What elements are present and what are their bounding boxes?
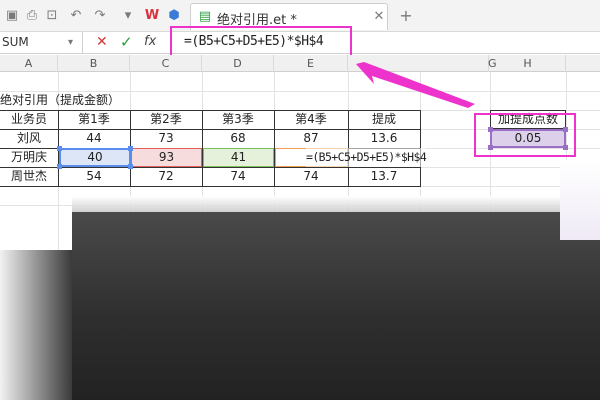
column-header-b[interactable]: B [58, 55, 130, 72]
table-cell[interactable]: 73 [130, 129, 202, 148]
table-cell[interactable]: 72 [130, 167, 202, 186]
header-cell[interactable]: 第3季 [202, 110, 274, 129]
sheet-title[interactable]: 绝对引用（提成金额） [0, 91, 120, 110]
table-cell[interactable]: 刘风 [0, 129, 58, 148]
header-cell[interactable]: 第1季 [58, 110, 130, 129]
table-cell[interactable]: 13.6 [348, 129, 420, 148]
annotation-arrow [356, 62, 475, 108]
dropdown-icon[interactable]: ▾ [120, 8, 136, 24]
cloud-cube-icon[interactable]: ⬢ [166, 8, 182, 24]
selection-handle[interactable] [57, 146, 62, 151]
header-cell[interactable]: 提成 [348, 110, 420, 129]
column-header-d[interactable]: D [202, 55, 274, 72]
header-cell[interactable]: 第4季 [274, 110, 348, 129]
column-header-h[interactable]: H [490, 55, 566, 72]
preview-icon[interactable]: ⊡ [44, 8, 60, 24]
table-cell[interactable]: 54 [58, 167, 130, 186]
sheet-file-icon: ▤ [198, 9, 212, 24]
selection-handle[interactable] [128, 146, 133, 151]
rate-highlight-box [474, 113, 576, 157]
wps-logo-icon[interactable]: W [144, 8, 160, 24]
reference-cell-b5[interactable]: 40 [59, 148, 131, 167]
blurred-region [72, 212, 600, 400]
print-icon[interactable]: ⎙ [24, 8, 40, 24]
table-cell[interactable]: 周世杰 [0, 167, 58, 186]
accept-button[interactable]: ✓ [120, 33, 133, 51]
table-cell[interactable]: 68 [202, 129, 274, 148]
arrow-body [356, 62, 475, 108]
name-box[interactable]: SUM ▾ [0, 32, 83, 53]
table-cell[interactable]: 74 [202, 167, 274, 186]
table-cell[interactable]: 87 [274, 129, 348, 148]
save-icon[interactable]: ▣ [4, 8, 20, 24]
table-border [0, 186, 420, 187]
column-headers: A B C D E G H [0, 55, 600, 72]
new-tab-icon[interactable]: + [398, 8, 414, 24]
blurred-region-right [560, 160, 600, 240]
name-box-value: SUM [2, 35, 29, 49]
column-header-c[interactable]: C [130, 55, 202, 72]
reference-cell-d5[interactable]: 41 [203, 148, 274, 167]
table-cell[interactable]: 74 [274, 167, 348, 186]
insert-function-button[interactable]: fx [144, 34, 156, 49]
header-cell[interactable]: 第2季 [130, 110, 202, 129]
table-cell[interactable]: 44 [58, 129, 130, 148]
redo-icon[interactable]: ↷ [92, 8, 108, 24]
table-cell[interactable]: 万明庆 [0, 148, 58, 167]
editing-cell-formula[interactable]: =(B5+C5+D5+E5)*$H$4 [306, 148, 427, 167]
reference-cell-c5[interactable]: 93 [131, 148, 202, 167]
undo-icon[interactable]: ↶ [68, 8, 84, 24]
table-cell[interactable]: 13.7 [348, 167, 420, 186]
header-cell[interactable]: 业务员 [0, 110, 58, 129]
name-box-dropdown-icon[interactable]: ▾ [68, 32, 73, 53]
column-header-e[interactable]: E [274, 55, 348, 72]
tab-close-icon[interactable]: ✕ [371, 9, 387, 25]
blurred-region-left [0, 250, 72, 400]
column-header-a[interactable]: A [0, 55, 58, 72]
cancel-button[interactable]: ✕ [96, 34, 108, 50]
